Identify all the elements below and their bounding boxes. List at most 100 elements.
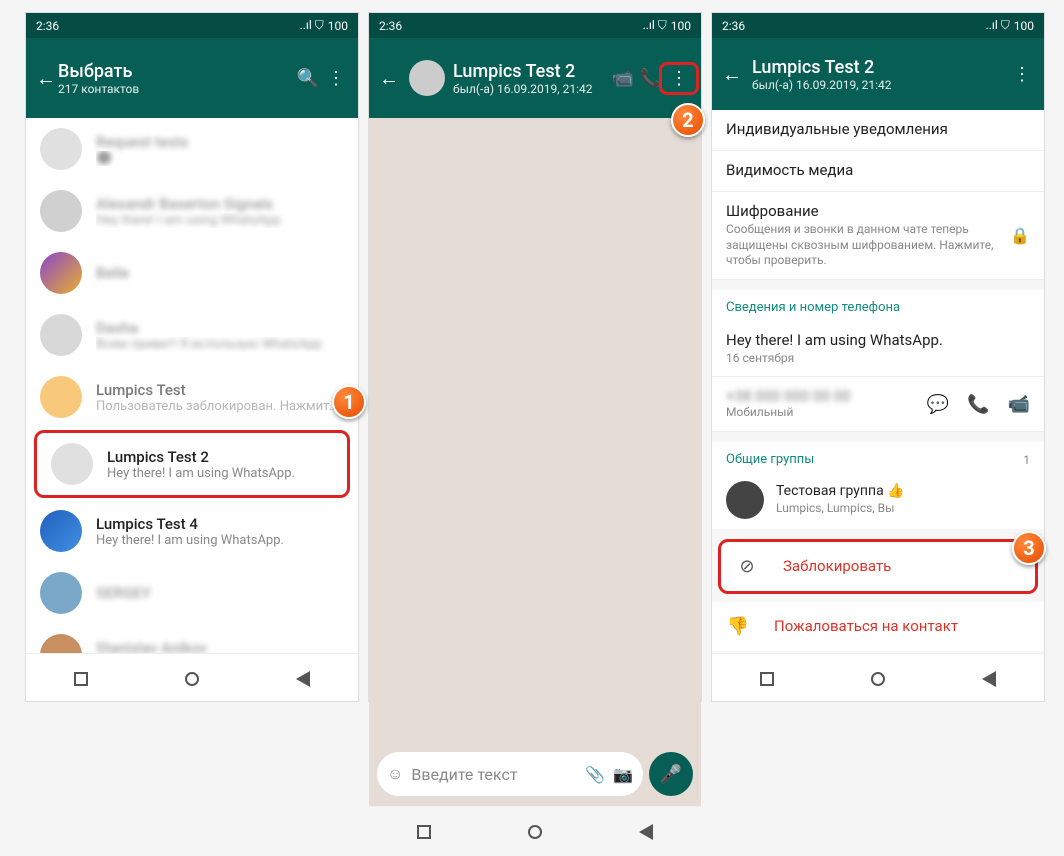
- nav-home-icon[interactable]: [528, 825, 542, 839]
- contact-avatar: [40, 634, 82, 653]
- status-icons: ..ıl ⛉ 100: [643, 18, 691, 33]
- contact-item[interactable]: Request tests😊: [26, 118, 358, 180]
- contact-name: Dasha: [96, 319, 344, 337]
- app-bar: ← Выбрать 217 контактов 🔍 ⋮: [26, 38, 358, 118]
- contact-avatar: [40, 190, 82, 232]
- status-icons: ..ıl ⛉ 100: [300, 18, 348, 33]
- contact-name: Belle: [96, 264, 344, 282]
- attach-icon[interactable]: 📎: [585, 765, 605, 784]
- chat-app-bar: ← Lumpics Test 2 был(-а) 16.09.2019, 21:…: [369, 38, 701, 118]
- message-icon[interactable]: 💬: [927, 394, 949, 415]
- more-icon[interactable]: ⋮: [322, 68, 350, 89]
- contact-name: Request tests: [96, 133, 344, 151]
- mic-button[interactable]: 🎤: [649, 752, 693, 796]
- video-icon[interactable]: 📹: [1008, 394, 1030, 415]
- message-input[interactable]: ☺ Введите текст 📎 📷: [377, 752, 643, 796]
- phone-contact-info: 2:36 ..ıl ⛉ 100 ← Lumpics Test 2 был(-а)…: [711, 12, 1045, 702]
- status-bar: 2:36 ..ıl ⛉ 100: [712, 13, 1044, 38]
- contact-item[interactable]: Belle: [26, 242, 358, 304]
- contact-item[interactable]: Alexandr Baserton SignalsHey there! I am…: [26, 180, 358, 242]
- phone-number: +38 000 000 00 00: [726, 387, 851, 405]
- contact-avatar: [51, 443, 93, 485]
- status-bar: 2:36 ..ıl ⛉ 100: [369, 13, 701, 38]
- chat-area[interactable]: ☺ Введите текст 📎 📷 🎤: [369, 118, 701, 806]
- nav-bar: [26, 653, 358, 703]
- callout-1: 1: [332, 385, 366, 419]
- nav-recent-icon[interactable]: [760, 672, 774, 686]
- phone-section[interactable]: +38 000 000 00 00 Мобильный 💬 📞 📹: [712, 377, 1044, 432]
- custom-notifications[interactable]: Индивидуальные уведомления: [712, 110, 1044, 151]
- contact-status: Hey there! I am using WhatsApp.: [107, 466, 333, 481]
- back-icon[interactable]: ←: [377, 66, 401, 91]
- contact-name: Lumpics Test 2: [453, 61, 609, 82]
- video-call-icon[interactable]: 📹: [609, 68, 637, 89]
- contact-item[interactable]: Lumpics TestПользователь заблокирован. Н…: [26, 366, 358, 428]
- nav-home-icon[interactable]: [871, 672, 885, 686]
- nav-home-icon[interactable]: [185, 672, 199, 686]
- contact-item[interactable]: Stanislav AnikovВсем привет! Я использую…: [26, 624, 358, 653]
- block-button[interactable]: ⊘ Заблокировать: [721, 542, 1035, 591]
- lock-icon: 🔒: [1010, 226, 1030, 245]
- input-placeholder: Введите текст: [411, 765, 577, 784]
- contact-name: SERGEY: [96, 584, 344, 602]
- back-icon[interactable]: ←: [34, 66, 58, 91]
- about-section[interactable]: Hey there! I am using WhatsApp. 16 сентя…: [712, 321, 1044, 378]
- status-icons: ..ıl ⛉ 100: [986, 18, 1034, 33]
- callout-2: 2: [671, 103, 705, 137]
- camera-icon[interactable]: 📷: [613, 765, 633, 784]
- nav-recent-icon[interactable]: [417, 825, 431, 839]
- contact-status: Hey there! I am using WhatsApp: [96, 213, 344, 228]
- highlight-box: [659, 62, 699, 95]
- contact-name: Lumpics Test 4: [96, 515, 344, 533]
- report-button[interactable]: 👎 Пожаловаться на контакт: [712, 602, 1044, 651]
- contact-status: Пользователь заблокирован. Нажмите, ч...: [96, 399, 344, 414]
- info-content[interactable]: Индивидуальные уведомления Видимость мед…: [712, 110, 1044, 653]
- contact-list[interactable]: Request tests😊Alexandr Baserton SignalsH…: [26, 118, 358, 653]
- nav-back-icon[interactable]: [639, 824, 653, 840]
- search-icon[interactable]: 🔍: [294, 68, 322, 89]
- groups-header: Общие группы: [726, 452, 814, 467]
- nav-bar: [369, 806, 701, 856]
- contact-avatar: [40, 510, 82, 552]
- contact-avatar: [40, 314, 82, 356]
- status-time: 2:36: [722, 19, 745, 33]
- nav-recent-icon[interactable]: [74, 672, 88, 686]
- contact-item[interactable]: SERGEY: [26, 562, 358, 624]
- contact-status: Всем привет! Я использую WhatsApp: [96, 337, 344, 352]
- status-time: 2:36: [379, 19, 402, 33]
- last-seen: был(-а) 16.09.2019, 21:42: [752, 78, 1008, 92]
- thumbs-down-icon: 👎: [726, 616, 750, 637]
- group-item[interactable]: Тестовая группа 👍 Lumpics, Lumpics, Вы: [712, 471, 1044, 529]
- nav-bar: [712, 653, 1044, 703]
- contact-name: Lumpics Test: [96, 381, 344, 399]
- phone-chat: 2:36 ..ıl ⛉ 100 ← Lumpics Test 2 был(-а)…: [368, 12, 702, 702]
- contact-item[interactable]: Lumpics Test 4Hey there! I am using What…: [26, 500, 358, 562]
- contact-avatar[interactable]: [409, 60, 445, 96]
- page-title: Выбрать: [58, 61, 294, 82]
- contact-item[interactable]: DashaВсем привет! Я использую WhatsApp: [26, 304, 358, 366]
- page-subtitle: 217 контактов: [58, 82, 294, 96]
- encryption[interactable]: Шифрование Сообщения и звонки в данном ч…: [712, 192, 1044, 280]
- media-visibility[interactable]: Видимость медиа: [712, 151, 1044, 192]
- chat-input-row: ☺ Введите текст 📎 📷 🎤: [377, 752, 693, 796]
- callout-3: 3: [1012, 531, 1046, 565]
- contact-avatar: [40, 128, 82, 170]
- about-header: Сведения и номер телефона: [726, 300, 1030, 315]
- status-time: 2:36: [36, 19, 59, 33]
- contact-header[interactable]: Lumpics Test 2 был(-а) 16.09.2019, 21:42: [453, 61, 609, 96]
- last-seen: был(-а) 16.09.2019, 21:42: [453, 82, 609, 96]
- more-icon[interactable]: ⋮: [1008, 64, 1036, 85]
- status-bar: 2:36 ..ıl ⛉ 100: [26, 13, 358, 38]
- group-avatar: [726, 481, 764, 519]
- call-icon[interactable]: 📞: [967, 394, 989, 415]
- nav-back-icon[interactable]: [296, 671, 310, 687]
- block-icon: ⊘: [735, 556, 759, 577]
- contact-status: 😊: [96, 151, 344, 166]
- nav-back-icon[interactable]: [982, 671, 996, 687]
- contact-status: Hey there! I am using WhatsApp.: [96, 533, 344, 548]
- phone-contacts: 2:36 ..ıl ⛉ 100 ← Выбрать 217 контактов …: [25, 12, 359, 702]
- contact-item[interactable]: Lumpics Test 2Hey there! I am using What…: [34, 430, 350, 498]
- back-icon[interactable]: ←: [720, 62, 744, 87]
- more-icon[interactable]: ⋮: [665, 68, 693, 89]
- emoji-icon[interactable]: ☺: [387, 764, 403, 784]
